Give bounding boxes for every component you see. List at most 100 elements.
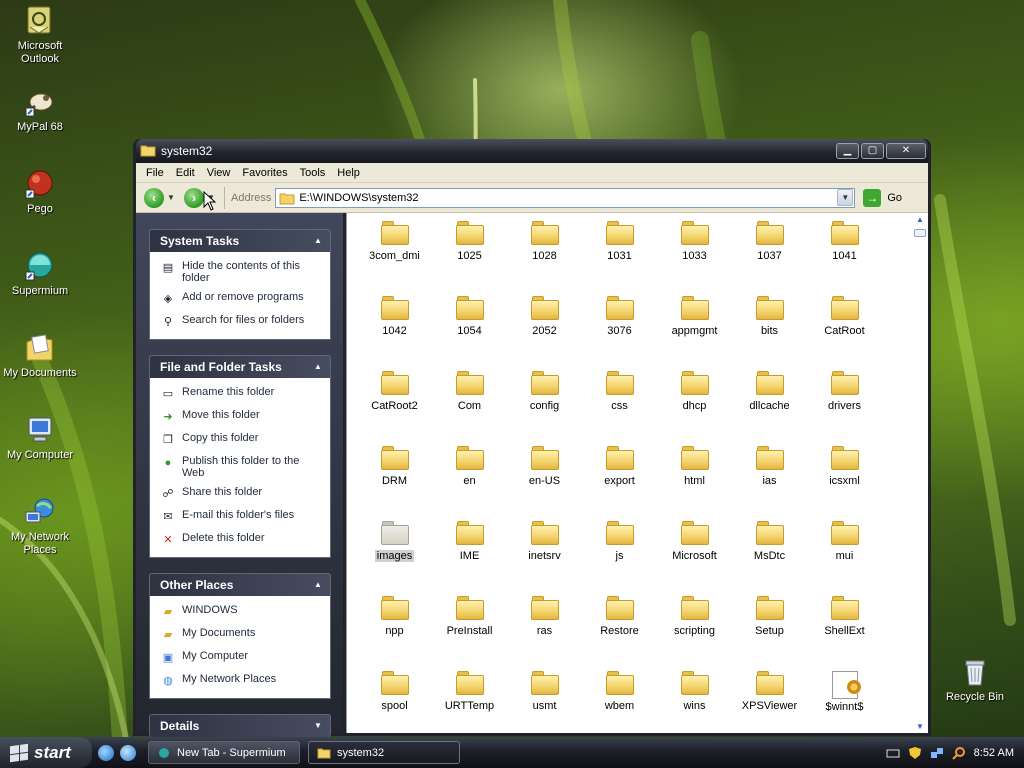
file-item[interactable]: CatRoot2: [357, 369, 432, 444]
file-item[interactable]: ShellExt: [807, 594, 882, 669]
window-titlebar[interactable]: system32 ▁ ▢ ✕: [136, 139, 928, 163]
expand-icon[interactable]: ▼: [312, 720, 324, 732]
menu-edit[interactable]: Edit: [172, 167, 203, 179]
address-dropdown-button[interactable]: ▼: [837, 189, 854, 206]
file-item[interactable]: 1028: [507, 219, 582, 294]
file-item[interactable]: Setup: [732, 594, 807, 669]
file-item[interactable]: wbem: [582, 669, 657, 744]
file-item[interactable]: PreInstall: [432, 594, 507, 669]
file-item[interactable]: html: [657, 444, 732, 519]
task-share-folder[interactable]: ☍ Share this folder: [160, 486, 322, 502]
file-item[interactable]: icsxml: [807, 444, 882, 519]
collapse-icon[interactable]: ▲: [312, 361, 324, 373]
task-email-files[interactable]: ✉ E-mail this folder's files: [160, 509, 322, 525]
file-item[interactable]: images: [357, 519, 432, 594]
task-rename-folder[interactable]: ▭ Rename this folder: [160, 386, 322, 402]
file-item[interactable]: 1033: [657, 219, 732, 294]
file-item[interactable]: mui: [807, 519, 882, 594]
file-item[interactable]: $winnt$: [807, 669, 882, 744]
desktop-icon-pego[interactable]: Pego: [2, 168, 78, 216]
file-item[interactable]: appmgmt: [657, 294, 732, 369]
file-item[interactable]: 2052: [507, 294, 582, 369]
scroll-thumb[interactable]: [914, 229, 926, 237]
close-button[interactable]: ✕: [886, 143, 926, 159]
go-button[interactable]: → Go: [863, 188, 902, 207]
file-item[interactable]: MsDtc: [732, 519, 807, 594]
file-item[interactable]: inetsrv: [507, 519, 582, 594]
file-item[interactable]: 1037: [732, 219, 807, 294]
scroll-up-arrow[interactable]: ▲: [915, 215, 925, 224]
task-copy-folder[interactable]: ❐ Copy this folder: [160, 432, 322, 448]
file-item[interactable]: 3076: [582, 294, 657, 369]
file-item[interactable]: IME: [432, 519, 507, 594]
clock[interactable]: 8:52 AM: [974, 747, 1014, 759]
forward-button[interactable]: ›: [184, 187, 204, 208]
menu-help[interactable]: Help: [333, 167, 368, 179]
task-hide-contents[interactable]: ▤ Hide the contents of this folder: [160, 260, 322, 284]
place-my-computer[interactable]: ▣ My Computer: [160, 650, 322, 666]
start-button[interactable]: start: [0, 737, 92, 768]
taskbar-button-system32[interactable]: system32: [308, 741, 460, 764]
network-icon[interactable]: [930, 746, 944, 760]
maximize-button[interactable]: ▢: [861, 143, 884, 159]
file-item[interactable]: CatRoot: [807, 294, 882, 369]
address-bar[interactable]: E:\WINDOWS\system32 ▼: [275, 187, 856, 208]
file-item[interactable]: 3com_dmi: [357, 219, 432, 294]
file-item[interactable]: npp: [357, 594, 432, 669]
file-item[interactable]: en: [432, 444, 507, 519]
keyboard-icon[interactable]: [886, 746, 900, 760]
system-tasks-header[interactable]: System Tasks ▲: [149, 229, 331, 252]
file-item[interactable]: en-US: [507, 444, 582, 519]
file-item[interactable]: bits: [732, 294, 807, 369]
file-item[interactable]: Microsoft: [657, 519, 732, 594]
task-delete-folder[interactable]: ✕ Delete this folder: [160, 532, 322, 548]
collapse-icon[interactable]: ▲: [312, 579, 324, 591]
collapse-icon[interactable]: ▲: [312, 235, 324, 247]
file-item[interactable]: 1041: [807, 219, 882, 294]
place-network-places[interactable]: ◍ My Network Places: [160, 673, 322, 689]
file-item[interactable]: css: [582, 369, 657, 444]
desktop-icon-outlook[interactable]: Microsoft Outlook: [2, 5, 78, 66]
internet-explorer-icon[interactable]: [98, 744, 114, 761]
back-button[interactable]: ‹: [144, 187, 164, 208]
file-item[interactable]: dhcp: [657, 369, 732, 444]
task-publish-web[interactable]: ● Publish this folder to the Web: [160, 455, 322, 479]
menu-view[interactable]: View: [203, 167, 239, 179]
file-item[interactable]: export: [582, 444, 657, 519]
file-item[interactable]: spool: [357, 669, 432, 744]
details-header[interactable]: Details ▼: [149, 714, 331, 737]
file-item[interactable]: js: [582, 519, 657, 594]
file-item[interactable]: ras: [507, 594, 582, 669]
vertical-scrollbar[interactable]: ▲ ▼: [913, 213, 928, 733]
desktop-icon-supermium[interactable]: Supermium: [2, 250, 78, 298]
file-item[interactable]: Com: [432, 369, 507, 444]
file-item[interactable]: Restore: [582, 594, 657, 669]
desktop-icon-network-places[interactable]: My Network Places: [2, 496, 78, 557]
file-item[interactable]: 1042: [357, 294, 432, 369]
file-item[interactable]: XPSViewer: [732, 669, 807, 744]
file-item[interactable]: 1025: [432, 219, 507, 294]
desktop-icon-my-computer[interactable]: My Computer: [2, 414, 78, 462]
file-item[interactable]: DRM: [357, 444, 432, 519]
file-item[interactable]: usmt: [507, 669, 582, 744]
file-item[interactable]: wins: [657, 669, 732, 744]
security-shield-icon[interactable]: [908, 746, 922, 760]
file-folder-tasks-header[interactable]: File and Folder Tasks ▲: [149, 355, 331, 378]
taskbar-button-supermium[interactable]: New Tab - Supermium: [148, 741, 300, 764]
back-history-dropdown[interactable]: ▼: [164, 193, 178, 202]
file-item[interactable]: 1031: [582, 219, 657, 294]
task-add-remove-programs[interactable]: ◈ Add or remove programs: [160, 291, 322, 307]
file-item[interactable]: config: [507, 369, 582, 444]
file-item[interactable]: drivers: [807, 369, 882, 444]
place-my-documents[interactable]: ▰ My Documents: [160, 627, 322, 643]
desktop-icon-mypal[interactable]: MyPal 68: [2, 86, 78, 134]
file-item[interactable]: dllcache: [732, 369, 807, 444]
desktop-icon-recycle-bin[interactable]: Recycle Bin: [937, 656, 1013, 704]
menu-favorites[interactable]: Favorites: [238, 167, 295, 179]
place-windows[interactable]: ▰ WINDOWS: [160, 604, 322, 620]
scroll-down-arrow[interactable]: ▼: [915, 722, 925, 731]
task-move-folder[interactable]: ➜ Move this folder: [160, 409, 322, 425]
file-item[interactable]: ias: [732, 444, 807, 519]
file-item[interactable]: 1054: [432, 294, 507, 369]
menu-file[interactable]: File: [142, 167, 172, 179]
